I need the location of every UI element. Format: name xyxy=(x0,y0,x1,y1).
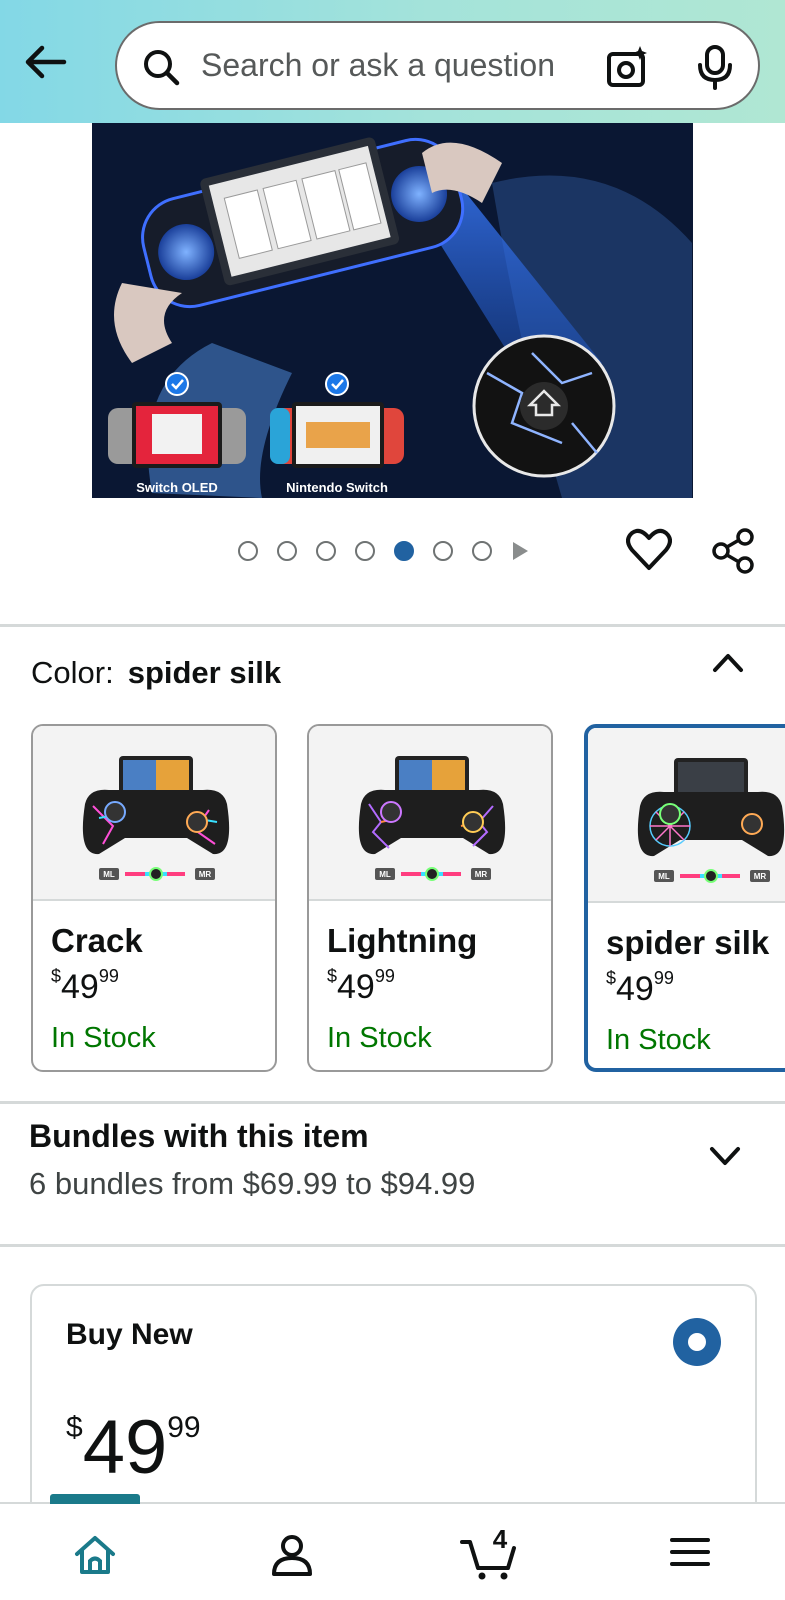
buy-new-radio[interactable] xyxy=(673,1318,721,1366)
bundles-title[interactable]: Bundles with this item xyxy=(29,1118,369,1155)
menu-icon[interactable] xyxy=(668,1532,712,1572)
color-option-price: $4999 xyxy=(51,966,119,1006)
share-icon[interactable] xyxy=(711,528,755,574)
ml-badge-label: ML xyxy=(379,870,391,879)
nintendo-switch-label: Nintendo Switch xyxy=(286,480,388,495)
search-icon xyxy=(144,50,180,86)
bottom-navigation-bar: 4 xyxy=(0,1494,785,1600)
stock-status: In Stock xyxy=(327,1022,432,1054)
mr-badge-label: MR xyxy=(754,872,767,881)
mr-badge-label: MR xyxy=(475,870,488,879)
chevron-down-icon[interactable] xyxy=(708,1144,742,1168)
carousel-dot[interactable] xyxy=(238,541,258,561)
color-option-image: ML MR xyxy=(309,726,551,901)
color-label: Color: xyxy=(31,655,114,690)
color-option-price: $4999 xyxy=(606,968,674,1008)
section-divider xyxy=(0,1101,785,1104)
carousel-dot[interactable] xyxy=(316,541,336,561)
color-option-spider-silk[interactable]: ML MR spider silk $4999 In Stock xyxy=(584,724,785,1072)
color-option-image: ML MR xyxy=(33,726,275,901)
cart-button[interactable]: 4 xyxy=(460,1524,520,1580)
video-play-icon[interactable] xyxy=(513,542,528,560)
mr-badge-label: MR xyxy=(199,870,212,879)
ml-badge-label: ML xyxy=(103,870,115,879)
product-photo-illustration: Switch OLED Nintendo Switch xyxy=(92,123,693,498)
carousel-dot[interactable] xyxy=(277,541,297,561)
bundles-summary: 6 bundles from $69.99 to $94.99 xyxy=(29,1166,476,1201)
search-box[interactable] xyxy=(115,21,760,110)
ml-badge-label: ML xyxy=(658,872,670,881)
carousel-dot-active[interactable] xyxy=(394,541,414,561)
image-carousel-dots xyxy=(238,540,528,562)
active-tab-indicator xyxy=(50,1494,140,1504)
stock-status: In Stock xyxy=(51,1022,156,1054)
carousel-dot[interactable] xyxy=(433,541,453,561)
camera-search-icon[interactable] xyxy=(605,44,651,90)
selected-color-value: spider silk xyxy=(127,655,282,690)
color-option-image: ML MR xyxy=(588,728,785,903)
color-option-name: spider silk xyxy=(606,924,770,961)
controller-thumbnail: ML MR xyxy=(358,756,506,881)
buy-new-price: $4999 xyxy=(66,1405,201,1490)
chevron-up-icon[interactable] xyxy=(711,650,745,674)
buy-new-title: Buy New xyxy=(66,1318,193,1351)
stock-status: In Stock xyxy=(606,1024,711,1056)
home-icon[interactable] xyxy=(73,1532,117,1576)
product-image[interactable]: Switch OLED Nintendo Switch xyxy=(92,123,693,498)
carousel-dot[interactable] xyxy=(472,541,492,561)
search-input[interactable] xyxy=(201,43,571,87)
account-icon[interactable] xyxy=(270,1532,314,1576)
controller-thumbnail: ML MR xyxy=(82,756,230,881)
color-option-crack[interactable]: ML MR Crack $4999 In Stock xyxy=(31,724,277,1072)
section-divider xyxy=(0,1244,785,1247)
switch-oled-label: Switch OLED xyxy=(136,480,218,495)
section-divider xyxy=(0,624,785,627)
cart-count-badge: 4 xyxy=(492,1524,508,1554)
color-option-price: $4999 xyxy=(327,966,395,1006)
color-option-name: Lightning xyxy=(327,922,478,959)
heart-icon[interactable] xyxy=(626,528,672,572)
back-arrow-icon[interactable] xyxy=(18,38,74,86)
controller-thumbnail: ML MR xyxy=(637,758,785,883)
header-bar xyxy=(0,0,785,123)
color-option-name: Crack xyxy=(51,922,143,959)
color-option-lightning[interactable]: ML MR Lightning $4999 In Stock xyxy=(307,724,553,1072)
carousel-dot[interactable] xyxy=(355,541,375,561)
color-selector-header: Color: spider silk xyxy=(31,655,281,691)
microphone-icon[interactable] xyxy=(695,44,735,90)
